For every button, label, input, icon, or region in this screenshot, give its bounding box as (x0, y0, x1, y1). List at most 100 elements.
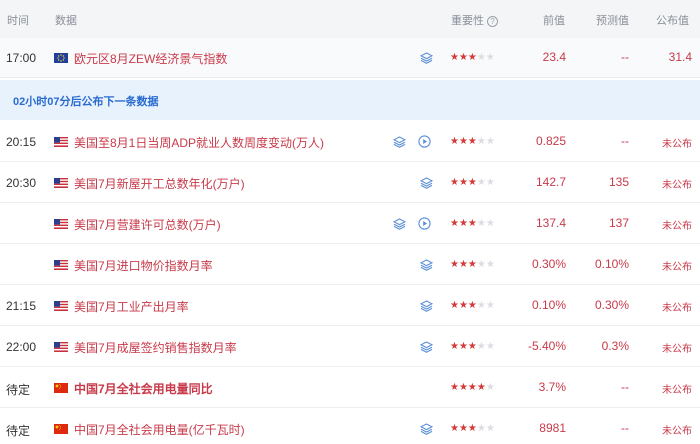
row-actual: 31.4 (668, 50, 692, 64)
table-row[interactable]: 21:15 美国7月工业产出月率 ★★★★★ 0.10% 0.30% 未公布 (0, 286, 700, 326)
us-flag-icon (54, 137, 68, 147)
stars-filled: ★★★ (450, 341, 477, 352)
row-time: 待定 (6, 424, 31, 438)
row-forecast: 135 (608, 175, 629, 189)
row-forecast: 0.30% (594, 298, 629, 312)
row-title[interactable]: 中国7月全社会用电量同比 (74, 380, 213, 397)
layers-icon[interactable] (419, 52, 434, 64)
layers-icon[interactable] (392, 218, 407, 230)
row-forecast: -- (621, 380, 629, 394)
importance-stars: ★★★★★ (450, 299, 495, 313)
play-icon[interactable] (418, 217, 431, 230)
row-title[interactable]: 美国至8月1日当周ADP就业人数周度变动(万人) (74, 134, 324, 151)
layers-icon[interactable] (419, 259, 434, 271)
us-flag-icon (54, 178, 68, 188)
stars-empty: ★★ (476, 52, 495, 63)
row-title[interactable]: 美国7月工业产出月率 (74, 298, 189, 315)
row-previous: 137.4 (535, 216, 566, 230)
row-time: 20:15 (6, 135, 37, 149)
table-row[interactable]: 22:00 美国7月成屋签约销售指数月率 ★★★★★ -5.40% 0.3% 未… (0, 327, 700, 367)
row-previous: 3.7% (538, 380, 566, 394)
row-time: 21:15 (6, 299, 37, 313)
row-forecast: 137 (608, 216, 629, 230)
help-icon[interactable]: ? (487, 16, 498, 27)
row-previous: 0.825 (535, 134, 566, 148)
stars-empty: ★★ (476, 177, 495, 188)
eu-flag-icon (54, 53, 68, 63)
row-title[interactable]: 美国7月成屋签约销售指数月率 (74, 339, 237, 356)
table-row[interactable]: 20:30 美国7月新屋开工总数年化(万户) ★★★★★ 142.7 135 未… (0, 163, 700, 203)
importance-stars: ★★★★★ (450, 340, 495, 354)
row-actual: 未公布 (662, 344, 692, 355)
stars-empty: ★★ (476, 341, 495, 352)
header-time: 时间 (7, 15, 29, 27)
cn-flag-icon (54, 424, 68, 434)
header-forecast: 预测值 (596, 15, 629, 27)
table-row[interactable]: 待定 中国7月全社会用电量(亿千瓦时) ★★★★★ 8981 -- 未公布 (0, 409, 700, 444)
row-title[interactable]: 美国7月进口物价指数月率 (74, 257, 213, 274)
layers-icon[interactable] (419, 177, 434, 189)
stars-filled: ★★★★ (450, 382, 486, 393)
row-previous: 142.7 (535, 175, 566, 189)
play-icon[interactable] (418, 135, 431, 148)
cn-flag-icon (54, 383, 68, 393)
table-row[interactable]: 待定 中国7月全社会用电量同比 ★★★★★ 3.7% -- 未公布 (0, 368, 700, 408)
row-forecast: -- (621, 134, 629, 148)
importance-stars: ★★★★★ (450, 258, 495, 272)
header-data: 数据 (55, 15, 77, 27)
stars-empty: ★★ (476, 259, 495, 270)
row-forecast: -- (621, 50, 629, 64)
layers-icon[interactable] (419, 423, 434, 435)
row-actual: 未公布 (662, 385, 692, 396)
layers-icon[interactable] (419, 341, 434, 353)
stars-empty: ★★ (476, 423, 495, 434)
layers-icon[interactable] (392, 136, 407, 148)
banner-text: 02小时07分后公布下一条数据 (13, 96, 159, 108)
row-time: 17:00 (6, 51, 37, 65)
stars-filled: ★★★ (450, 259, 477, 270)
stars-filled: ★★★ (450, 300, 477, 311)
importance-stars: ★★★★★ (450, 135, 495, 149)
stars-empty: ★ (485, 382, 495, 393)
us-flag-icon (54, 219, 68, 229)
stars-empty: ★★ (476, 136, 495, 147)
row-forecast: -- (621, 421, 629, 435)
row-previous: 8981 (539, 421, 566, 435)
row-previous: 0.30% (531, 257, 566, 271)
importance-stars: ★★★★★ (450, 422, 495, 436)
us-flag-icon (54, 342, 68, 352)
row-time: 待定 (6, 383, 31, 397)
stars-filled: ★★★ (450, 177, 477, 188)
table-header: 时间 数据 重要性? 前值 预测值 公布值 (0, 0, 700, 38)
row-actual: 未公布 (662, 262, 692, 273)
table-row[interactable]: 20:15 美国至8月1日当周ADP就业人数周度变动(万人) ★★★★★ 0.8… (0, 122, 700, 162)
table-row[interactable]: 美国7月营建许可总数(万户) ★★★★★ 137.4 137 未公布 (0, 204, 700, 244)
row-title[interactable]: 中国7月全社会用电量(亿千瓦时) (74, 421, 245, 438)
row-previous: 23.4 (542, 50, 566, 64)
stars-filled: ★★★ (450, 423, 477, 434)
importance-stars: ★★★★★ (450, 381, 495, 395)
header-previous: 前值 (543, 15, 565, 27)
importance-stars: ★★★★★ (450, 217, 495, 231)
stars-filled: ★★★ (450, 218, 477, 229)
importance-stars: ★★★★★ (450, 51, 495, 65)
importance-stars: ★★★★★ (450, 176, 495, 190)
table-row[interactable]: 17:00 欧元区8月ZEW经济景气指数 ★★★★★ 23.4 -- 31.4 (0, 38, 700, 78)
row-actual: 未公布 (662, 426, 692, 437)
row-actual: 未公布 (662, 303, 692, 314)
row-previous: 0.10% (531, 298, 566, 312)
row-title[interactable]: 美国7月营建许可总数(万户) (74, 216, 221, 233)
stars-empty: ★★ (476, 218, 495, 229)
stars-empty: ★★ (476, 300, 495, 311)
layers-icon[interactable] (419, 300, 434, 312)
row-title[interactable]: 美国7月新屋开工总数年化(万户) (74, 175, 245, 192)
us-flag-icon (54, 301, 68, 311)
row-time: 20:30 (6, 176, 37, 190)
row-title[interactable]: 欧元区8月ZEW经济景气指数 (74, 50, 227, 67)
stars-filled: ★★★ (450, 136, 477, 147)
table-row[interactable]: 美国7月进口物价指数月率 ★★★★★ 0.30% 0.10% 未公布 (0, 245, 700, 285)
next-release-banner: 02小时07分后公布下一条数据 (0, 80, 700, 120)
row-actual: 未公布 (662, 139, 692, 150)
row-forecast: 0.10% (594, 257, 629, 271)
us-flag-icon (54, 260, 68, 270)
